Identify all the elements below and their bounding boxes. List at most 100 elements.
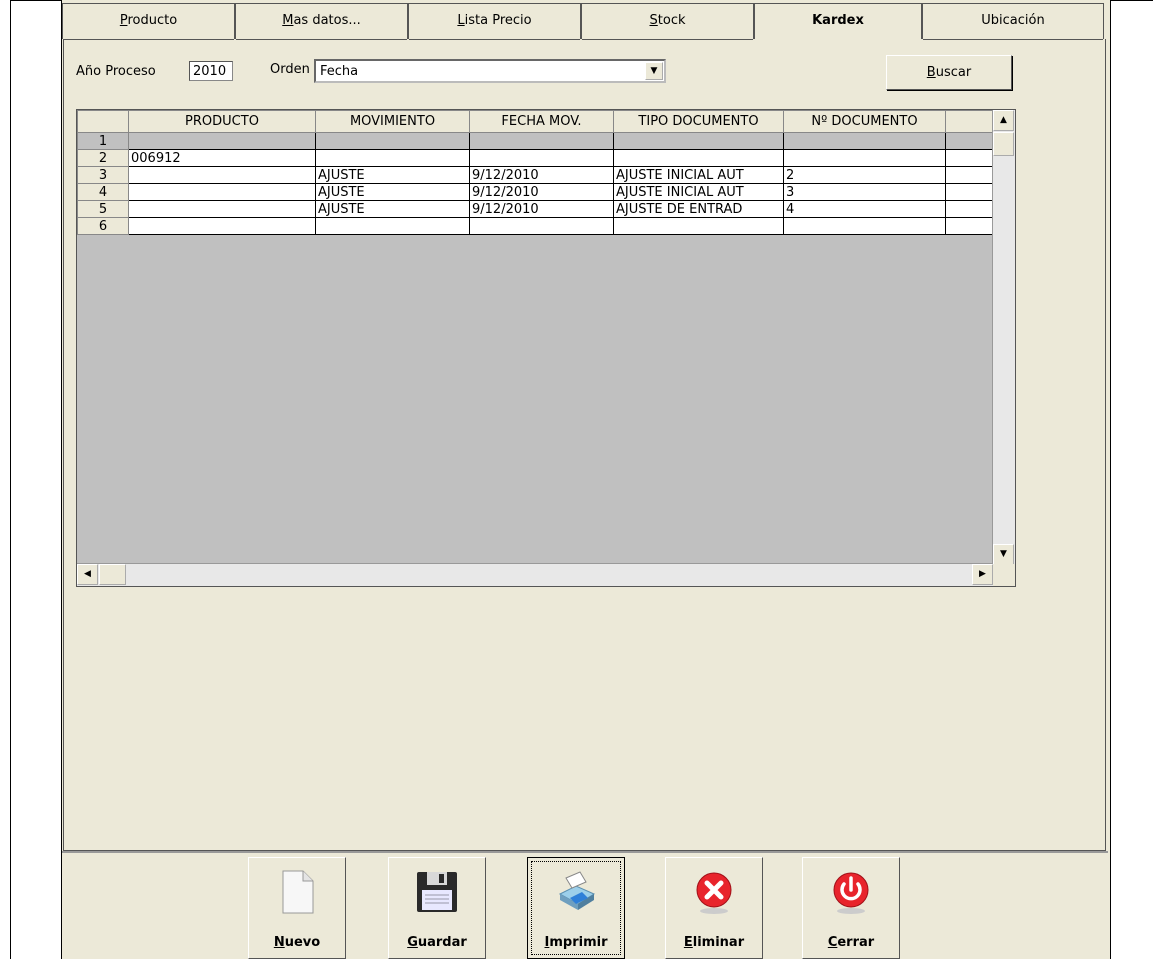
power-icon	[833, 872, 869, 914]
printer-icon	[558, 871, 596, 910]
cell[interactable]: 9/12/2010	[469, 200, 614, 218]
table-row[interactable]: 3 AJUSTE 9/12/2010 AJUSTE INICIAL AUT 2	[77, 166, 998, 184]
floppy-disk-icon	[417, 872, 457, 912]
table-row[interactable]: 2 006912	[77, 149, 998, 167]
cell[interactable]: AJUSTE	[315, 166, 470, 184]
cell[interactable]	[128, 200, 316, 218]
toolbar-divider	[62, 851, 1108, 853]
cell[interactable]	[128, 132, 316, 150]
cell[interactable]: AJUSTE INICIAL AUT	[613, 183, 784, 201]
cell[interactable]	[783, 149, 946, 167]
search-button[interactable]: Buscar	[886, 55, 1012, 90]
cell[interactable]	[469, 217, 614, 235]
close-button[interactable]: Cerrar	[802, 857, 900, 959]
table-row[interactable]: 5 AJUSTE 9/12/2010 AJUSTE DE ENTRAD 4	[77, 200, 998, 218]
row-number: 1	[77, 132, 129, 150]
table-row[interactable]: 4 AJUSTE 9/12/2010 AJUSTE INICIAL AUT 3	[77, 183, 998, 201]
cell[interactable]	[469, 132, 614, 150]
delete-label: Eliminar	[683, 935, 745, 950]
col-header-numero[interactable]: Nº DOCUMENTO	[783, 110, 946, 133]
cell[interactable]	[945, 132, 998, 150]
cell[interactable]: 2	[783, 166, 946, 184]
scroll-down-icon[interactable]: ▼	[993, 544, 1014, 565]
search-label: Buscar	[926, 65, 972, 80]
horizontal-scrollbar[interactable]: ◀ ▶	[77, 563, 993, 586]
chevron-down-icon[interactable]: ▼	[645, 62, 663, 80]
scroll-thumb[interactable]	[993, 132, 1014, 156]
new-label: Nuevo	[273, 935, 321, 950]
cell[interactable]	[469, 149, 614, 167]
tab-producto[interactable]: Producto	[62, 3, 235, 40]
close-label: Cerrar	[827, 935, 875, 950]
row-number: 6	[77, 217, 129, 235]
print-label: Imprimir	[544, 935, 608, 950]
kardex-grid[interactable]: PRODUCTO MOVIMIENTO FECHA MOV. TIPO DOCU…	[76, 109, 1016, 587]
order-select[interactable]: Fecha ▼	[314, 59, 666, 83]
col-header-producto[interactable]: PRODUCTO	[128, 110, 316, 133]
cell[interactable]: AJUSTE	[315, 183, 470, 201]
cell[interactable]	[945, 200, 998, 218]
vertical-scrollbar[interactable]: ▲ ▼	[992, 110, 1015, 565]
cell[interactable]	[613, 132, 784, 150]
print-button[interactable]: Imprimir	[527, 857, 625, 959]
col-header-movimiento[interactable]: MOVIMIENTO	[315, 110, 470, 133]
scroll-up-icon[interactable]: ▲	[993, 110, 1014, 131]
delete-x-icon	[696, 872, 732, 914]
scroll-thumb[interactable]	[99, 564, 126, 585]
cell[interactable]	[128, 166, 316, 184]
year-label: Año Proceso	[76, 64, 156, 79]
corner-header	[77, 110, 129, 133]
col-header-fecha[interactable]: FECHA MOV.	[469, 110, 614, 133]
cell[interactable]	[613, 217, 784, 235]
row-number: 5	[77, 200, 129, 218]
cell[interactable]: 9/12/2010	[469, 166, 614, 184]
table-row[interactable]: 6	[77, 217, 998, 235]
outer-frame-left	[10, 0, 11, 959]
cell[interactable]: AJUSTE DE ENTRAD	[613, 200, 784, 218]
cell[interactable]	[128, 217, 316, 235]
col-header-tipo[interactable]: TIPO DOCUMENTO	[613, 110, 784, 133]
cell[interactable]	[945, 183, 998, 201]
year-value: 2010	[193, 64, 227, 79]
cell[interactable]: 006912	[128, 149, 316, 167]
row-number: 2	[77, 149, 129, 167]
scroll-left-icon[interactable]: ◀	[77, 564, 98, 585]
header-row: PRODUCTO MOVIMIENTO FECHA MOV. TIPO DOCU…	[77, 110, 998, 133]
cell[interactable]	[783, 132, 946, 150]
cell[interactable]	[315, 217, 470, 235]
table-row[interactable]: 1	[77, 132, 998, 150]
new-document-icon	[282, 870, 314, 914]
tab-lista-precio[interactable]: Lista Precio	[408, 3, 581, 40]
save-label: Guardar	[407, 935, 467, 950]
tab-label: Stock	[649, 13, 686, 28]
cell[interactable]: AJUSTE INICIAL AUT	[613, 166, 784, 184]
cell[interactable]	[315, 132, 470, 150]
tab-label: Lista Precio	[457, 13, 532, 28]
cell[interactable]	[945, 149, 998, 167]
cell[interactable]: AJUSTE	[315, 200, 470, 218]
tab-ubicacion[interactable]: Ubicación	[922, 3, 1104, 40]
row-number: 3	[77, 166, 129, 184]
tab-label: Ubicación	[981, 13, 1045, 28]
order-value: Fecha	[320, 64, 359, 79]
tab-stock[interactable]: Stock	[581, 3, 754, 40]
save-button[interactable]: Guardar	[388, 857, 486, 959]
cell[interactable]	[945, 217, 998, 235]
tab-mas-datos[interactable]: Mas datos...	[235, 3, 408, 40]
cell[interactable]	[128, 183, 316, 201]
scroll-corner	[993, 564, 1015, 586]
year-input[interactable]: 2010	[189, 61, 233, 81]
cell[interactable]	[783, 217, 946, 235]
scroll-right-icon[interactable]: ▶	[972, 564, 993, 585]
delete-button[interactable]: Eliminar	[665, 857, 763, 959]
cell[interactable]: 9/12/2010	[469, 183, 614, 201]
cell[interactable]	[945, 166, 998, 184]
cell[interactable]	[613, 149, 784, 167]
new-button[interactable]: Nuevo	[248, 857, 346, 959]
tab-kardex[interactable]: Kardex	[754, 3, 922, 39]
order-label: Orden	[270, 62, 310, 77]
tab-label: Mas datos...	[282, 13, 361, 28]
cell[interactable]: 3	[783, 183, 946, 201]
cell[interactable]	[315, 149, 470, 167]
cell[interactable]: 4	[783, 200, 946, 218]
